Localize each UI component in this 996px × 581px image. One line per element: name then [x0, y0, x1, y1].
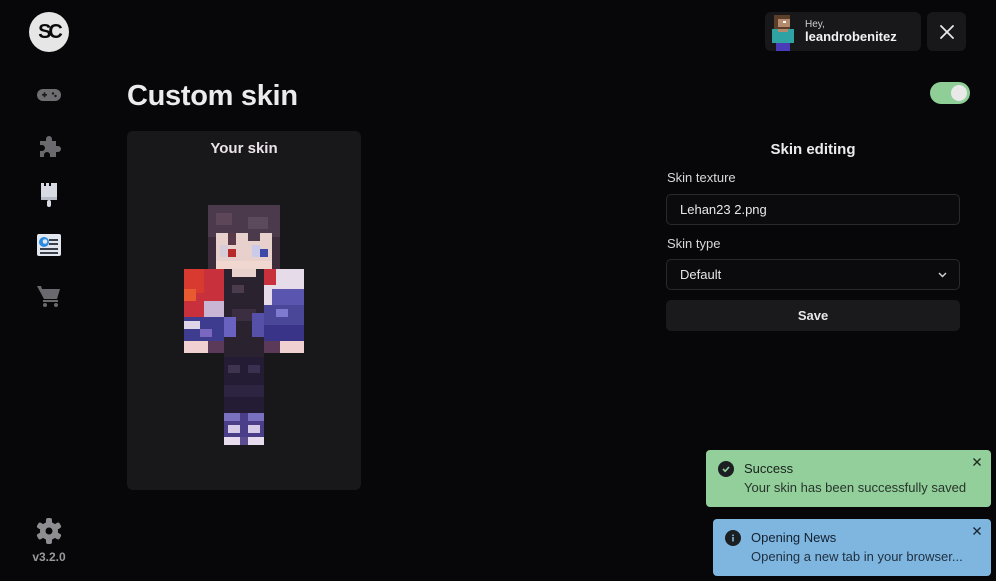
skin-texture-input[interactable]: [666, 194, 960, 225]
sidebar-item-news[interactable]: [34, 230, 64, 260]
skin-texture-label: Skin texture: [667, 170, 736, 185]
close-button[interactable]: [927, 12, 966, 51]
app-logo[interactable]: SC: [29, 12, 69, 52]
gamepad-icon: [37, 89, 61, 101]
skin-type-select[interactable]: Default: [666, 259, 960, 290]
skin-preview-image[interactable]: [184, 205, 304, 445]
user-profile-chip[interactable]: Hey, leandrobenitez: [765, 12, 921, 51]
check-circle-icon: [718, 461, 734, 477]
toast-title: Success: [744, 461, 794, 476]
gear-icon: [36, 518, 62, 544]
info-circle-icon: [725, 530, 741, 546]
toggle-knob: [951, 85, 967, 101]
settings-button[interactable]: [35, 517, 63, 545]
toast-success: Success Your skin has been successfully …: [706, 450, 991, 507]
version-label: v3.2.0: [32, 550, 66, 564]
toast-close-icon[interactable]: [972, 457, 982, 467]
toast-message: Your skin has been successfully saved: [744, 480, 967, 495]
close-icon: [939, 24, 954, 39]
news-icon: [37, 234, 61, 256]
puzzle-icon: [40, 136, 61, 157]
sidebar-item-skins[interactable]: [34, 180, 64, 210]
username: leandrobenitez: [805, 28, 897, 44]
cart-icon: [37, 286, 60, 307]
page-title: Custom skin: [127, 80, 298, 112]
chevron-down-icon: [938, 272, 947, 277]
launcher-window: SC v3.2.0 Hey, leandrobenitez Custom ski…: [0, 0, 996, 581]
skin-type-value: Default: [680, 267, 722, 282]
skin-editing-title: Skin editing: [770, 141, 856, 158]
toast-title: Opening News: [751, 530, 837, 545]
skin-preview-card: Your skin: [127, 131, 361, 490]
toast-info: Opening News Opening a new tab in your b…: [713, 519, 991, 576]
toast-close-icon[interactable]: [972, 526, 982, 536]
skin-type-label: Skin type: [667, 236, 721, 251]
logo-text: SC: [38, 20, 63, 43]
skin-card-title: Your skin: [210, 140, 278, 157]
toggle-switch[interactable]: [930, 82, 970, 104]
user-avatar: [770, 12, 798, 51]
sidebar-item-mods[interactable]: [34, 131, 64, 161]
sidebar-item-games[interactable]: [34, 80, 64, 110]
save-button[interactable]: Save: [666, 300, 960, 331]
sidebar-item-store[interactable]: [34, 281, 64, 311]
paintbrush-icon: [41, 183, 57, 207]
toast-message: Opening a new tab in your browser...: [751, 549, 963, 564]
